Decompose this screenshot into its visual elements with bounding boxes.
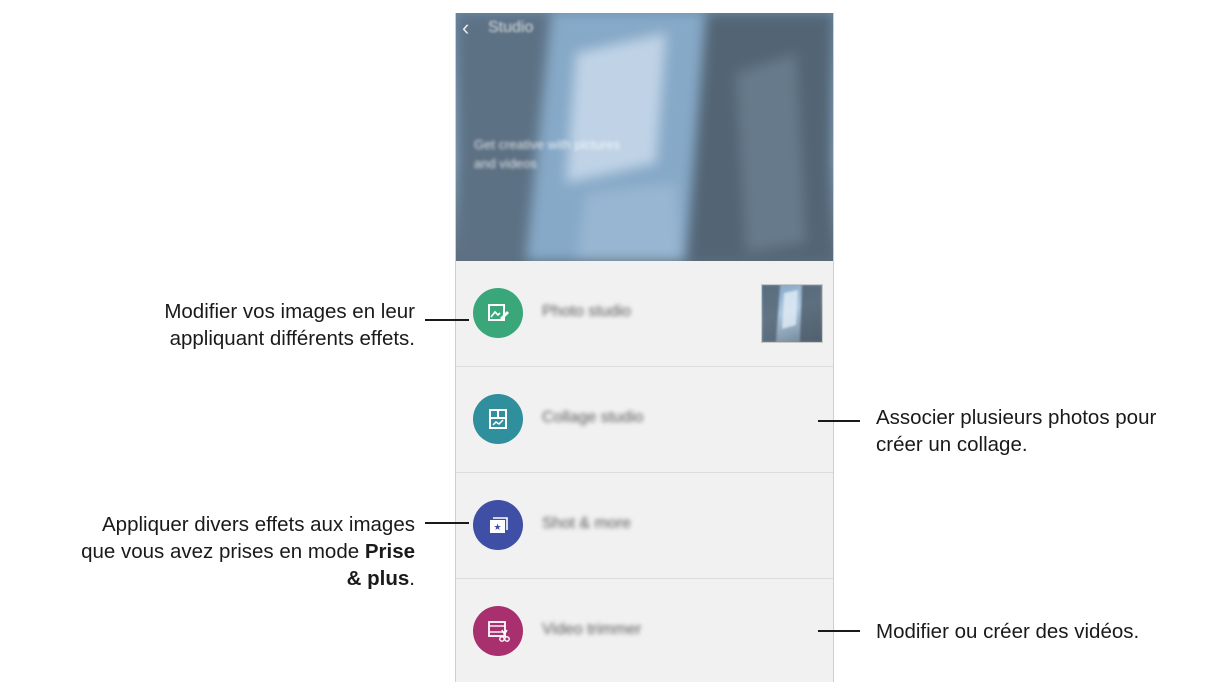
callout-text: Associer plusieurs photos pour: [876, 406, 1157, 429]
callout-text: créer un collage.: [876, 433, 1028, 456]
menu-item-photo-studio[interactable]: Photo studio: [456, 261, 833, 367]
callout-text: que vous avez prises en mode: [81, 540, 360, 563]
collage-icon: [473, 394, 523, 444]
app-tagline: Get creative with pictures and videos: [474, 137, 620, 171]
callout-text: Modifier ou créer des vidéos.: [876, 620, 1140, 643]
app-title: Studio: [488, 19, 534, 36]
menu-item-shot-and-more[interactable]: ★ Shot & more: [456, 473, 833, 579]
back-icon[interactable]: ‹: [462, 17, 486, 41]
shot-more-icon: ★: [473, 500, 523, 550]
callout-line: [818, 420, 860, 422]
callout-text: .: [409, 567, 415, 590]
phone-screen: ‹ Studio Get creative with pictures and …: [455, 13, 834, 682]
callout-text: appliquant différents effets.: [169, 327, 415, 350]
studio-menu-list: Photo studio Collage studio ★ Shot & mor…: [456, 261, 833, 682]
callout-collage: Associer plusieurs photos pour créer un …: [876, 404, 1226, 458]
photo-thumbnail[interactable]: [761, 284, 823, 343]
video-trim-icon: [473, 606, 523, 656]
menu-item-label: Shot & more: [542, 515, 631, 532]
menu-item-collage-studio[interactable]: Collage studio: [456, 367, 833, 473]
menu-item-label: Collage studio: [542, 409, 644, 426]
callout-line: [425, 522, 469, 524]
callout-line: [818, 630, 860, 632]
callout-text: Appliquer divers effets aux images: [102, 513, 415, 536]
menu-item-label: Video trimmer: [542, 621, 642, 638]
photo-edit-icon: [473, 288, 523, 338]
callout-photo-studio: Modifier vos images en leur appliquant d…: [60, 298, 415, 352]
menu-item-label: Photo studio: [542, 303, 631, 320]
callout-text: Modifier vos images en leur: [164, 300, 415, 323]
menu-item-video-trimmer[interactable]: Video trimmer: [456, 579, 833, 682]
callout-line: [425, 319, 469, 321]
callout-bold-text: & plus: [346, 567, 410, 590]
svg-text:★: ★: [493, 523, 501, 533]
callout-video-trimmer: Modifier ou créer des vidéos.: [876, 618, 1226, 645]
studio-header-banner: ‹ Studio Get creative with pictures and …: [456, 13, 833, 261]
callout-shot-and-more: Appliquer divers effets aux images que v…: [0, 511, 415, 592]
callout-bold-text: Prise: [364, 540, 415, 563]
